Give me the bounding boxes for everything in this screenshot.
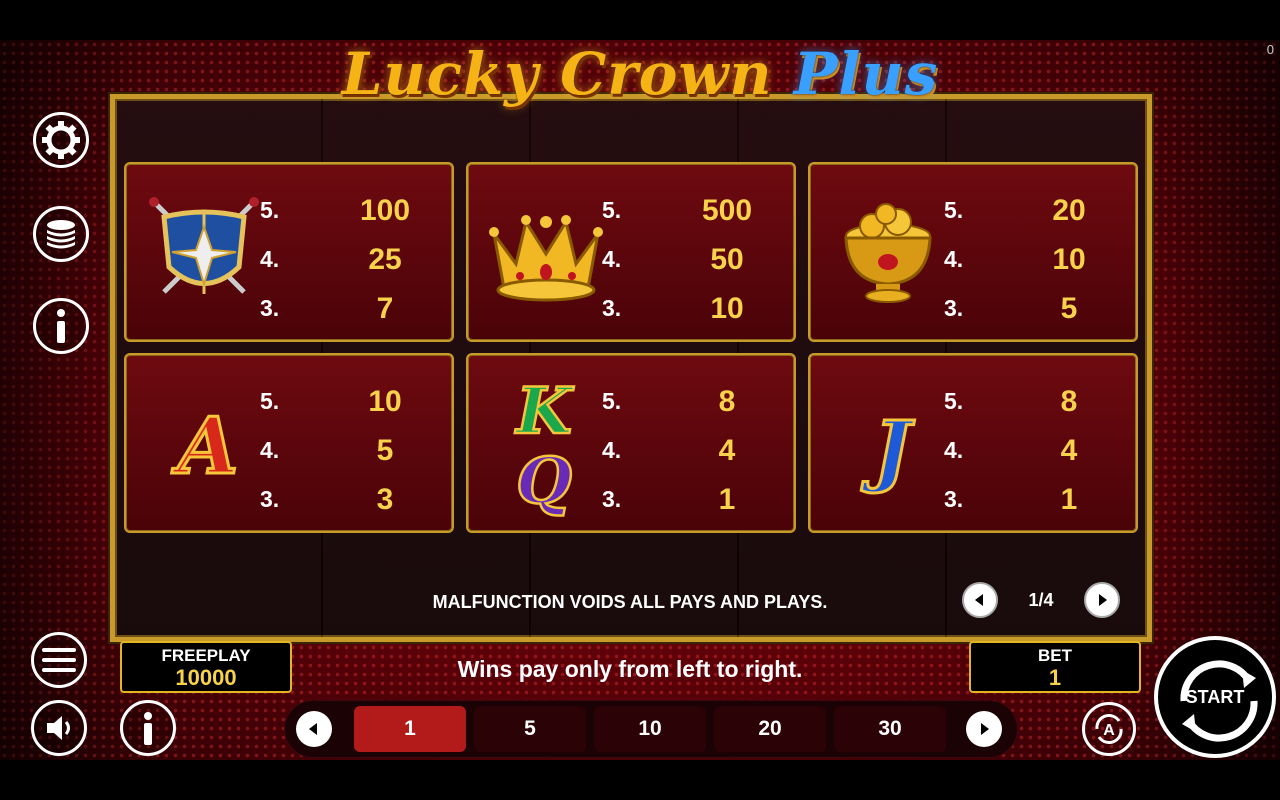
- bet-next-button[interactable]: [966, 711, 1002, 747]
- count-label: 4.: [944, 437, 964, 463]
- page-indicator: 1/4: [1028, 589, 1054, 610]
- gold-coin-bowl-icon: [828, 192, 948, 312]
- bet-option-30[interactable]: 30: [834, 706, 946, 752]
- paytable-card-gold-bowl: 5. 20 4. 10 3. 5: [808, 162, 1138, 342]
- bet-value: 1: [1048, 665, 1062, 690]
- malfunction-notice: MALFUNCTION VOIDS ALL PAYS AND PLAYS.: [432, 592, 828, 612]
- chevron-right-icon: [981, 723, 989, 735]
- count-label: 3.: [602, 486, 622, 512]
- bet-option-5[interactable]: 5: [474, 706, 586, 752]
- svg-text:A: A: [1103, 722, 1115, 739]
- wins-info-text: Wins pay only from left to right.: [457, 656, 803, 682]
- payout-value: 10: [368, 384, 402, 418]
- payout-value: 25: [368, 242, 402, 276]
- count-label: 5.: [602, 197, 622, 223]
- title-plus: Plus: [793, 40, 939, 108]
- paytable-card-shield: 5. 100 4. 25 3. 7: [124, 162, 454, 342]
- gear-icon: [42, 121, 80, 159]
- payout-value: 100: [359, 193, 411, 227]
- count-label: 3.: [602, 295, 622, 321]
- next-page-button[interactable]: [1084, 582, 1120, 618]
- bet-label: BET: [1038, 646, 1072, 665]
- letters-kq-icon: K Q: [486, 369, 606, 521]
- svg-text:K: K: [514, 374, 574, 449]
- paytable-card-crown: 5. 500 4. 50 3. 10: [466, 162, 796, 342]
- count-label: 5.: [602, 388, 622, 414]
- payout-value: 1: [718, 482, 736, 516]
- freeplay-panel: FREEPLAY 10000: [120, 641, 292, 693]
- count-label: 5.: [260, 388, 280, 414]
- autoplay-button[interactable]: A: [1082, 702, 1136, 756]
- chevron-left-icon: [975, 594, 983, 606]
- start-label: START: [1185, 686, 1245, 707]
- coin-stack-icon: [47, 220, 75, 249]
- chevron-right-icon: [1099, 594, 1107, 606]
- bet-prev-button[interactable]: [296, 711, 332, 747]
- payout-value: 7: [376, 291, 394, 325]
- svg-text:A: A: [171, 401, 239, 492]
- payout-value: 500: [701, 193, 753, 227]
- count-label: 3.: [260, 486, 280, 512]
- speaker-icon: [47, 716, 70, 740]
- paytable-card-j: J 5. 8 4. 4 3. 1: [808, 353, 1138, 533]
- bet-option-20[interactable]: 20: [714, 706, 826, 752]
- payout-value: 5: [1060, 291, 1078, 325]
- svg-text:Q: Q: [516, 444, 572, 519]
- crown-icon: [486, 192, 606, 312]
- svg-text:J: J: [861, 405, 916, 496]
- payout-value: 8: [1060, 384, 1078, 418]
- payout-value: 3: [376, 482, 394, 516]
- count-label: 3.: [944, 486, 964, 512]
- coins-button[interactable]: [33, 206, 89, 262]
- count-label: 3.: [944, 295, 964, 321]
- settings-button[interactable]: [33, 112, 89, 168]
- shield-swords-icon: [144, 192, 264, 312]
- freeplay-label: FREEPLAY: [161, 646, 251, 665]
- paytable-card-a: A 5. 10 4. 5 3. 3: [124, 353, 454, 533]
- info-icon: [144, 712, 152, 745]
- count-label: 4.: [260, 246, 280, 272]
- payout-value: 4: [1060, 433, 1078, 467]
- payout-value: 50: [710, 242, 744, 276]
- count-label: 3.: [260, 295, 280, 321]
- count-label: 4.: [602, 437, 622, 463]
- start-spin-button[interactable]: START: [1154, 636, 1276, 758]
- title-main: Lucky Crown: [341, 40, 773, 108]
- letter-a-icon: A: [144, 383, 264, 503]
- chevron-left-icon: [309, 723, 317, 735]
- paytable-card-kq: K Q 5. 8 4. 4 3. 1: [466, 353, 796, 533]
- payout-value: 4: [718, 433, 736, 467]
- count-label: 5.: [944, 197, 964, 223]
- corner-counter: 0: [1266, 42, 1274, 57]
- help-button[interactable]: [120, 700, 176, 756]
- sound-button[interactable]: [31, 700, 87, 756]
- bet-panel: BET 1: [969, 641, 1141, 693]
- payout-value: 5: [376, 433, 394, 467]
- info-icon: [57, 309, 65, 343]
- payout-value: 1: [1060, 482, 1078, 516]
- prev-page-button[interactable]: [962, 582, 998, 618]
- payout-value: 10: [1052, 242, 1086, 276]
- count-label: 4.: [260, 437, 280, 463]
- menu-button[interactable]: [31, 632, 87, 688]
- info-button[interactable]: [33, 298, 89, 354]
- payout-value: 20: [1052, 193, 1086, 227]
- payout-value: 10: [710, 291, 744, 325]
- count-label: 5.: [260, 197, 280, 223]
- count-label: 5.: [944, 388, 964, 414]
- game-title-logo: Lucky Crown Plus: [300, 38, 980, 110]
- freeplay-value: 10000: [175, 665, 237, 690]
- autoplay-icon: A: [1095, 714, 1123, 744]
- bet-option-10[interactable]: 10: [594, 706, 706, 752]
- count-label: 4.: [602, 246, 622, 272]
- hamburger-menu-icon: [42, 648, 76, 672]
- letter-j-icon: J: [828, 383, 948, 503]
- paytable-pager: 1/4: [962, 582, 1120, 618]
- bet-option-1[interactable]: 1: [354, 706, 466, 752]
- payout-value: 8: [718, 384, 736, 418]
- count-label: 4.: [944, 246, 964, 272]
